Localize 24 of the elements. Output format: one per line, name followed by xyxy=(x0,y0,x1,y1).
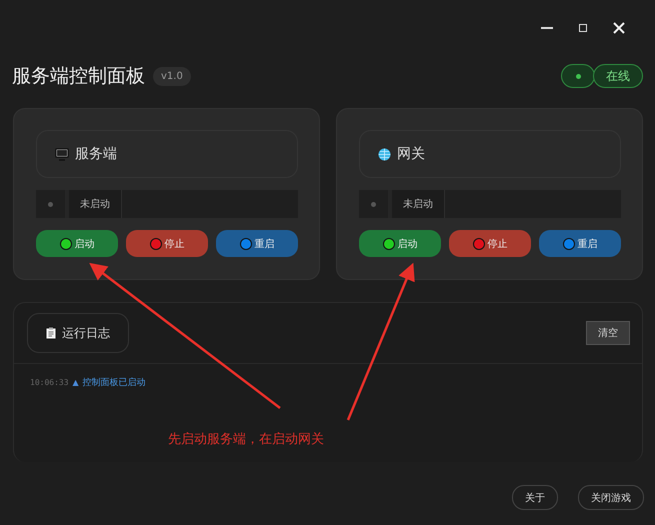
globe-icon xyxy=(378,148,391,160)
log-marker: ▲ xyxy=(72,378,79,387)
log-time: 10:06:33 xyxy=(30,378,69,387)
restart-button[interactable]: 重启 xyxy=(539,230,621,257)
stop-button[interactable]: 停止 xyxy=(126,230,208,257)
annotation-text: 先启动服务端，在启动网关 xyxy=(168,431,324,448)
card-title: 网关 xyxy=(397,145,425,163)
close-icon[interactable] xyxy=(613,22,625,34)
log-message: 控制面板已启动 xyxy=(82,376,146,389)
clear-button[interactable]: 清空 xyxy=(586,321,630,345)
footer-button[interactable]: 关闭游戏 xyxy=(578,485,644,510)
maximize-icon[interactable] xyxy=(579,24,587,32)
footer-button[interactable]: 关于 xyxy=(512,485,558,510)
log-title: 运行日志 xyxy=(62,324,110,342)
monitor-icon xyxy=(55,148,69,160)
card-title: 服务端 xyxy=(75,145,117,163)
start-button[interactable]: 启动 xyxy=(359,230,441,257)
clipboard-icon xyxy=(46,327,56,339)
restart-button[interactable]: 重启 xyxy=(216,230,298,257)
stop-button[interactable]: 停止 xyxy=(449,230,531,257)
status-label: 在线 xyxy=(593,64,643,88)
panel-title: 服务端控制面板 xyxy=(12,64,145,89)
start-button[interactable]: 启动 xyxy=(36,230,118,257)
version-badge: v1.0 xyxy=(153,66,191,86)
